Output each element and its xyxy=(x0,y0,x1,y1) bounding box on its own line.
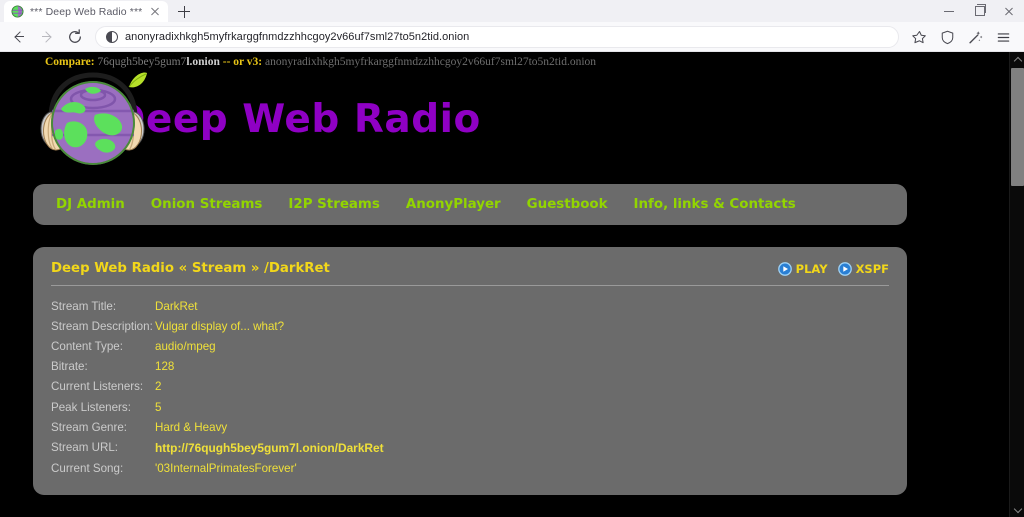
browser-toolbar: anonyradixhkgh5myfrkarggfnmdzzhhcgoy2v66… xyxy=(0,22,1024,52)
back-arrow-icon[interactable] xyxy=(6,25,32,49)
v2-prefix: 76qugh5bey5gum7 xyxy=(98,56,187,68)
tab-title: *** Deep Web Radio *** xyxy=(30,6,142,18)
sidebar-item-onion-streams[interactable]: Onion Streams xyxy=(138,197,276,212)
scroll-up-arrow-icon[interactable] xyxy=(1010,52,1024,66)
stream-panel-title: Deep Web Radio « Stream » /DarkRet xyxy=(51,261,330,276)
compare-label: Compare: xyxy=(45,56,95,68)
row-label: Bitrate: xyxy=(51,357,155,377)
url-text: anonyradixhkgh5myfrkarggfnmdzzhhcgoy2v66… xyxy=(125,31,469,43)
scroll-down-arrow-icon[interactable] xyxy=(1010,503,1024,517)
scrollbar-thumb[interactable] xyxy=(1011,68,1024,186)
row-value: DarkRet xyxy=(155,296,889,316)
v2-suffix: l.onion xyxy=(186,56,220,68)
wand-sparkle-icon[interactable] xyxy=(962,25,990,49)
forward-arrow-icon[interactable] xyxy=(34,25,60,49)
sidebar-item-dj-admin[interactable]: DJ Admin xyxy=(43,197,138,212)
stream-panel-actions: PLAY XSPF xyxy=(778,262,889,276)
stream-url-value[interactable]: http://76qugh5bey5gum7l.onion/DarkRet xyxy=(155,437,889,458)
row-label: Current Listeners: xyxy=(51,377,155,397)
site-navigation: DJ Admin Onion Streams I2P Streams Anony… xyxy=(33,184,907,225)
globe-headphones-logo xyxy=(33,71,151,167)
onion-site-icon[interactable] xyxy=(106,31,118,43)
xspf-label: XSPF xyxy=(856,262,889,276)
address-bar[interactable]: anonyradixhkgh5myfrkarggfnmdzzhhcgoy2v66… xyxy=(95,26,899,48)
play-label: PLAY xyxy=(796,262,828,276)
table-row: Current Song: '03InternalPrimatesForever… xyxy=(51,459,889,479)
table-row: Stream URL: http://76qugh5bey5gum7l.onio… xyxy=(51,437,889,458)
compare-addresses: Compare: 76qugh5bey5gum7l.onion -- or v3… xyxy=(5,52,1009,68)
window-controls xyxy=(934,0,1024,22)
compare-separator: -- or v3: xyxy=(223,56,262,68)
sidebar-item-anonyplayer[interactable]: AnonyPlayer xyxy=(393,197,514,212)
table-row: Stream Genre: Hard & Heavy xyxy=(51,417,889,437)
browser-tab[interactable]: *** Deep Web Radio *** xyxy=(4,1,168,22)
sidebar-item-guestbook[interactable]: Guestbook xyxy=(514,197,621,212)
page-title: Deep Web Radio xyxy=(113,97,481,142)
minimize-icon[interactable] xyxy=(934,0,964,22)
table-row: Peak Listeners: 5 xyxy=(51,397,889,417)
row-value: Hard & Heavy xyxy=(155,417,889,437)
table-row: Stream Description: Vulgar display of...… xyxy=(51,316,889,336)
row-value: audio/mpeg xyxy=(155,336,889,356)
sidebar-item-info-links-contacts[interactable]: Info, links & Contacts xyxy=(621,197,809,212)
row-value: 5 xyxy=(155,397,889,417)
table-row: Current Listeners: 2 xyxy=(51,377,889,397)
compare-v3-address: anonyradixhkgh5myfrkarggfnmdzzhhcgoy2v66… xyxy=(265,56,596,68)
sidebar-item-i2p-streams[interactable]: I2P Streams xyxy=(275,197,392,212)
row-label: Content Type: xyxy=(51,336,155,356)
table-row: Content Type: audio/mpeg xyxy=(51,336,889,356)
close-icon[interactable] xyxy=(148,5,162,19)
page-scrollbar[interactable] xyxy=(1009,52,1024,517)
row-value: 128 xyxy=(155,357,889,377)
title-bar: *** Deep Web Radio *** xyxy=(0,0,1024,22)
play-circle-icon xyxy=(778,262,792,276)
page-viewport: Compare: 76qugh5bey5gum7l.onion -- or v3… xyxy=(0,52,1024,517)
tab-strip: *** Deep Web Radio *** xyxy=(0,0,197,22)
row-label: Stream URL: xyxy=(51,437,155,458)
site-branding: Deep Web Radio xyxy=(5,70,1009,168)
stream-details-table: Stream Title: DarkRet Stream Description… xyxy=(51,296,889,479)
stream-panel: Deep Web Radio « Stream » /DarkRet PLAY xyxy=(33,247,907,495)
hamburger-menu-icon[interactable] xyxy=(990,25,1018,49)
row-label: Stream Genre: xyxy=(51,417,155,437)
row-label: Stream Description: xyxy=(51,316,155,336)
globe-icon xyxy=(11,5,24,18)
stream-panel-header: Deep Web Radio « Stream » /DarkRet PLAY xyxy=(51,261,889,285)
row-value: Vulgar display of... what? xyxy=(155,316,889,336)
table-row: Stream Title: DarkRet xyxy=(51,296,889,316)
row-value: 2 xyxy=(155,377,889,397)
row-label: Current Song: xyxy=(51,459,155,479)
row-label: Stream Title: xyxy=(51,296,155,316)
shield-icon[interactable] xyxy=(934,25,962,49)
maximize-icon[interactable] xyxy=(964,0,994,22)
close-icon[interactable] xyxy=(994,0,1024,22)
compare-v2-address: 76qugh5bey5gum7l.onion xyxy=(98,56,220,68)
row-label: Peak Listeners: xyxy=(51,397,155,417)
play-circle-icon xyxy=(838,262,852,276)
star-icon[interactable] xyxy=(906,25,934,49)
row-value: '03InternalPrimatesForever' xyxy=(155,459,889,479)
table-row: Bitrate: 128 xyxy=(51,357,889,377)
browser-window: *** Deep Web Radio *** anonyradixhkgh5my… xyxy=(0,0,1024,517)
new-tab-button[interactable] xyxy=(171,1,197,22)
panel-divider xyxy=(51,285,889,286)
xspf-button[interactable]: XSPF xyxy=(838,262,889,276)
reload-icon[interactable] xyxy=(62,25,88,49)
toolbar-icons xyxy=(906,25,1018,49)
play-button[interactable]: PLAY xyxy=(778,262,828,276)
web-page: Compare: 76qugh5bey5gum7l.onion -- or v3… xyxy=(0,52,1009,517)
